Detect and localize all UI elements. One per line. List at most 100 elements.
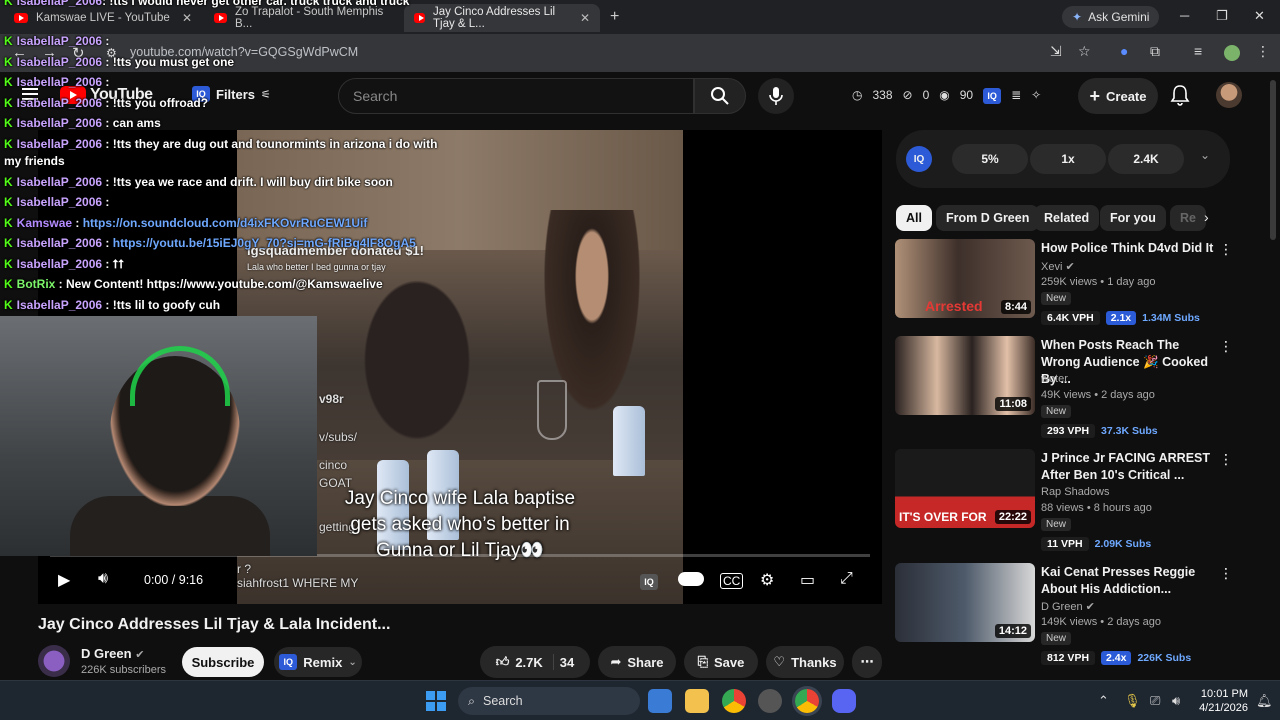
reading-list-icon[interactable]: ≡ — [1194, 43, 1202, 59]
chrome-icon[interactable] — [722, 689, 746, 713]
kick-badge-icon: K — [4, 116, 13, 130]
maximize-button[interactable]: ❐ — [1216, 8, 1228, 24]
list-icon[interactable]: ≣ — [1011, 88, 1021, 104]
chip-for-you[interactable]: For you — [1100, 205, 1166, 231]
subscribe-button[interactable]: Subscribe — [182, 647, 264, 677]
chat-message: K IsabellaP_2006 : !tts you offroad? — [4, 96, 209, 110]
more-options-icon[interactable]: ⋮ — [1219, 241, 1233, 258]
play-button[interactable]: ▶ — [58, 570, 70, 590]
remix-button[interactable]: IQ Remix ⌄ — [274, 647, 362, 677]
dislike-button[interactable]: 34 — [560, 655, 574, 670]
autoplay-toggle[interactable] — [678, 572, 704, 586]
more-options-icon[interactable]: ⋮ — [1219, 338, 1233, 355]
fullscreen-icon[interactable]: ⤢ — [840, 570, 853, 588]
recommended-channel[interactable]: Xevi ✔ — [1041, 260, 1075, 273]
share-arrow-icon: ➦ — [610, 654, 622, 669]
extensions-puzzle-icon[interactable]: ⧉ — [1150, 43, 1160, 60]
video-thumbnail[interactable]: 11:08 — [895, 336, 1035, 415]
microphone-tray-icon[interactable]: 🎙︎ — [1124, 693, 1141, 709]
iq-icon[interactable]: IQ — [983, 88, 1002, 104]
chip-from-channel[interactable]: From D Green — [936, 205, 1040, 231]
theater-mode-icon[interactable]: ▭ — [800, 570, 815, 590]
ask-gemini-button[interactable]: ✦ Ask Gemini — [1062, 6, 1160, 28]
chevron-right-icon[interactable]: › — [1204, 209, 1209, 225]
minimize-button[interactable]: ─ — [1180, 8, 1189, 23]
recommended-video[interactable]: 11:08 When Posts Reach The Wrong Audienc… — [895, 336, 1235, 446]
recommended-channel[interactable]: D Green ✔ — [1041, 600, 1095, 613]
install-icon[interactable]: ⇲ — [1050, 43, 1062, 60]
chip-recent[interactable]: Re — [1170, 205, 1206, 231]
recommended-video-title[interactable]: Kai Cenat Presses Reggie About His Addic… — [1041, 564, 1219, 598]
video-thumbnail[interactable]: 14:12 — [895, 563, 1035, 642]
close-icon[interactable]: ✕ — [580, 11, 590, 25]
close-icon[interactable]: ✕ — [182, 11, 192, 25]
ai-sparkle-icon[interactable]: ✧ — [1031, 88, 1041, 104]
share-button[interactable]: ➦ Share — [598, 646, 676, 678]
donation-message: Lala who better I bed gunna or tjay — [247, 262, 386, 272]
kick-badge-icon: K — [4, 298, 13, 312]
network-icon[interactable]: ⎚ — [1150, 693, 1160, 709]
voice-search-button[interactable] — [758, 78, 794, 114]
windows-taskbar: ⌕ Search ⌃ 🎙︎ ⎚ 🔊︎ 10:01 PM 4/21/2026 🔔︎ — [0, 680, 1280, 720]
chevron-down-icon[interactable]: ⌄ — [1200, 148, 1210, 162]
tab-zo-trapalot[interactable]: Zo Trapalot - South Memphis B... — [204, 4, 402, 32]
recommended-channel[interactable]: woter — [1041, 373, 1068, 385]
recommended-video[interactable]: IT'S OVER FOR 22:22 J Prince Jr FACING A… — [895, 449, 1235, 559]
chat-message: K IsabellaP_2006 : !tts they are dug out … — [4, 137, 438, 151]
iq-percent: 5% — [952, 144, 1028, 174]
profile-avatar[interactable] — [1224, 45, 1240, 61]
kick-badge-icon: K — [4, 277, 13, 291]
app-icon[interactable] — [758, 689, 782, 713]
more-actions-button[interactable]: ⋯ — [852, 646, 882, 678]
file-explorer-icon[interactable] — [685, 689, 709, 713]
close-window-button[interactable]: ✕ — [1254, 8, 1265, 24]
search-button[interactable] — [694, 78, 746, 114]
chip-all[interactable]: All — [896, 205, 932, 231]
captions-icon[interactable]: CC — [720, 573, 744, 589]
channel-name[interactable]: D Green ✔ — [81, 646, 144, 661]
volume-icon[interactable]: 🔊︎ — [98, 570, 108, 588]
kick-badge-icon: K — [4, 195, 13, 209]
tab-jay-cinco[interactable]: Jay Cinco Addresses Lil Tjay & L... ✕ — [404, 4, 600, 32]
bell-icon — [1170, 85, 1190, 106]
create-button[interactable]: + Create — [1078, 78, 1158, 114]
page-scrollbar[interactable] — [1270, 80, 1276, 240]
iq-player-icon[interactable]: IQ — [640, 574, 658, 590]
like-dislike-group: 👍︎ 2.7K 34 — [480, 646, 590, 678]
system-clock[interactable]: 10:01 PM 4/21/2026 — [1196, 687, 1248, 715]
windows-start-icon[interactable] — [426, 691, 446, 711]
more-options-icon[interactable]: ⋮ — [1219, 451, 1233, 468]
discord-icon[interactable] — [832, 689, 856, 713]
user-avatar[interactable] — [1216, 82, 1242, 108]
notification-center-icon[interactable]: 🔔︎ — [1256, 693, 1273, 709]
volume-tray-icon[interactable]: 🔊︎ — [1172, 693, 1180, 709]
notifications-button[interactable] — [1170, 84, 1190, 109]
channel-avatar[interactable] — [38, 645, 70, 677]
clock-icon: ◷ — [852, 88, 863, 102]
chrome-active-icon[interactable] — [795, 689, 819, 713]
store-icon[interactable] — [648, 689, 672, 713]
thumbnail-text: Arrested — [925, 298, 983, 314]
more-options-icon[interactable]: ⋮ — [1219, 565, 1233, 582]
chip-related[interactable]: Related — [1034, 205, 1100, 231]
search-input[interactable]: Search — [338, 78, 694, 114]
video-thumbnail[interactable]: IT'S OVER FOR 22:22 — [895, 449, 1035, 528]
tab-kamswae[interactable]: Kamswae LIVE - YouTube ✕ — [4, 4, 202, 32]
new-tab-button[interactable]: + — [610, 8, 619, 26]
like-button[interactable]: 👍︎ 2.7K — [496, 654, 554, 670]
browser-menu-icon[interactable]: ⋮ — [1256, 43, 1270, 60]
extension-icon[interactable]: ● — [1120, 43, 1128, 59]
recommended-channel[interactable]: Rap Shadows — [1041, 486, 1110, 498]
taskbar-search[interactable]: ⌕ Search — [458, 687, 640, 715]
settings-gear-icon[interactable]: ⚙ — [760, 570, 774, 590]
video-thumbnail[interactable]: Arrested 8:44 — [895, 239, 1035, 318]
recommended-video[interactable]: 14:12 Kai Cenat Presses Reggie About His… — [895, 563, 1235, 673]
eye-icon: ◉ — [939, 88, 950, 102]
save-button[interactable]: ⎘ Save — [684, 646, 758, 678]
recommended-video-title[interactable]: J Prince Jr FACING ARREST After Ben 10's… — [1041, 450, 1219, 484]
recommended-video-title[interactable]: How Police Think D4vd Did It — [1041, 240, 1219, 257]
bookmark-star-icon[interactable]: ☆ — [1078, 43, 1091, 60]
tray-expand-icon[interactable]: ⌃ — [1098, 693, 1109, 709]
thanks-button[interactable]: ♡ Thanks — [766, 646, 844, 678]
recommended-video[interactable]: Arrested 8:44 How Police Think D4vd Did … — [895, 239, 1235, 349]
